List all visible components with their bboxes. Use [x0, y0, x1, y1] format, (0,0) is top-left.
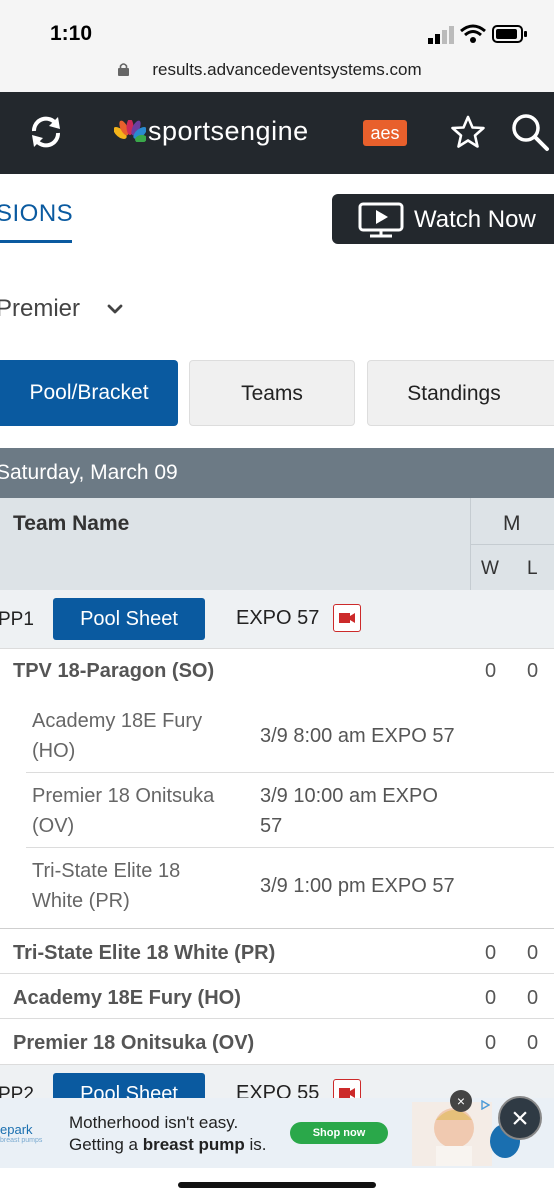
match-time-line: 57: [260, 815, 283, 837]
match-opponent-line: (OV): [32, 815, 75, 837]
star-icon[interactable]: [450, 114, 486, 150]
app-header: sportsengine aes: [0, 92, 554, 174]
division-select[interactable]: Premier: [0, 295, 80, 323]
division-select-value: Premier: [0, 295, 81, 322]
divider: [0, 1018, 554, 1019]
divider: [26, 847, 554, 848]
match-time-line: 3/9 1:00 pm EXPO 57: [260, 875, 455, 897]
divider: [26, 772, 554, 773]
tab-pool-bracket[interactable]: Pool/Bracket: [0, 360, 178, 426]
status-time: 1:10: [50, 22, 93, 45]
team-losses: 0: [527, 942, 539, 964]
tab-divisions[interactable]: SIONS: [0, 200, 73, 228]
watch-now-button[interactable]: Watch Now: [332, 194, 554, 244]
tab-teams[interactable]: Teams: [189, 360, 355, 426]
battery-icon: [492, 25, 527, 43]
date-bar: Saturday, March 09: [0, 448, 554, 498]
match-time-line: 3/9 10:00 am EXPO: [260, 785, 438, 807]
match-opponent-line: White (PR): [32, 890, 130, 912]
match-opponent[interactable]: Tri-State Elite 18 White (PR): [32, 856, 180, 916]
divider: [0, 973, 554, 974]
tab-divisions-underline: [0, 240, 72, 243]
pool-name: PP1: [0, 609, 34, 630]
ad-shop-now-button[interactable]: Shop now: [290, 1122, 388, 1144]
team-losses: 0: [527, 987, 539, 1009]
status-bar: 1:10 results.advancedeventsystems.com: [0, 0, 554, 92]
divider: [0, 648, 554, 649]
match-time: 3/9 8:00 am EXPO 57: [260, 721, 455, 751]
match-opponent-line: Tri-State Elite 18: [32, 860, 181, 882]
aes-badge: aes: [363, 120, 407, 146]
ad-line2-pre: Getting a: [69, 1135, 143, 1154]
adchoices-icon[interactable]: [480, 1100, 490, 1110]
refresh-icon[interactable]: [27, 113, 65, 151]
match-opponent-line: Premier 18 Onitsuka: [32, 785, 215, 807]
url-bar[interactable]: results.advancedeventsystems.com: [0, 60, 554, 80]
search-icon[interactable]: [510, 112, 550, 152]
col-divider: [470, 544, 554, 545]
ad-line2-post: is.: [244, 1135, 267, 1154]
watch-now-label: Watch Now: [414, 206, 536, 233]
tab-pool-bracket-label: Pool/Bracket: [29, 381, 149, 404]
ad-close-button[interactable]: ×: [450, 1090, 472, 1112]
table-header: Team Name M W L: [0, 498, 554, 590]
col-wins: W: [481, 558, 499, 579]
ad-banner[interactable]: epark breast pumps Motherhood isn't easy…: [0, 1098, 554, 1168]
nbc-peacock-icon: [114, 120, 146, 142]
date-label: Saturday, March 09: [0, 461, 178, 484]
ad-line2-bold: breast pump: [142, 1135, 245, 1154]
match-opponent-line: (HO): [32, 740, 76, 762]
chevron-down-icon[interactable]: [106, 302, 124, 316]
match-opponent[interactable]: Premier 18 Onitsuka (OV): [32, 781, 214, 841]
col-team-name: Team Name: [13, 512, 130, 535]
ad-line2: Getting a breast pump is.: [69, 1134, 266, 1156]
team-name[interactable]: Premier 18 Onitsuka (OV): [13, 1032, 254, 1055]
team-losses: 0: [527, 660, 539, 682]
divider: [0, 928, 554, 929]
team-name[interactable]: Tri-State Elite 18 White (PR): [13, 942, 275, 965]
tab-standings-label: Standings: [407, 382, 501, 405]
match-opponent-line: Academy 18E Fury: [32, 710, 203, 732]
baby-photo: [412, 1102, 492, 1166]
match-time-line: 3/9 8:00 am EXPO 57: [260, 725, 455, 747]
brand-logo[interactable]: sportsengine: [148, 116, 309, 147]
col-losses: L: [527, 558, 538, 579]
ad-line1: Motherhood isn't easy.: [69, 1113, 239, 1132]
team-name[interactable]: TPV 18-Paragon (SO): [13, 660, 214, 683]
match-time: 3/9 10:00 am EXPO 57: [260, 781, 438, 841]
match-opponent[interactable]: Academy 18E Fury (HO): [32, 706, 202, 766]
wifi-icon: [460, 24, 486, 43]
tab-standings[interactable]: Standings: [367, 360, 554, 426]
video-camera-icon[interactable]: [333, 604, 361, 632]
match-time: 3/9 1:00 pm EXPO 57: [260, 871, 455, 901]
team-wins: 0: [485, 660, 497, 682]
ad-copy: Motherhood isn't easy. Getting a breast …: [69, 1112, 266, 1156]
video-player-icon: [358, 202, 404, 238]
dismiss-icon[interactable]: ×: [498, 1096, 542, 1140]
pool-row: PP1 Pool Sheet EXPO 57: [0, 590, 554, 648]
col-matches: M: [503, 512, 521, 535]
ad-logo-text: epark: [0, 1122, 33, 1137]
url-text: results.advancedeventsystems.com: [152, 60, 422, 79]
team-wins: 0: [485, 987, 497, 1009]
team-losses: 0: [527, 1032, 539, 1054]
team-wins: 0: [485, 1032, 497, 1054]
ad-logo: epark breast pumps: [0, 1122, 42, 1144]
pool-court: EXPO 57: [236, 607, 320, 629]
team-name[interactable]: Academy 18E Fury (HO): [13, 987, 241, 1010]
team-wins: 0: [485, 942, 497, 964]
home-indicator: [178, 1182, 376, 1188]
signal-icon: [428, 26, 454, 44]
pool-sheet-button[interactable]: Pool Sheet: [53, 598, 205, 640]
ad-logo-subtext: breast pumps: [0, 1137, 43, 1144]
